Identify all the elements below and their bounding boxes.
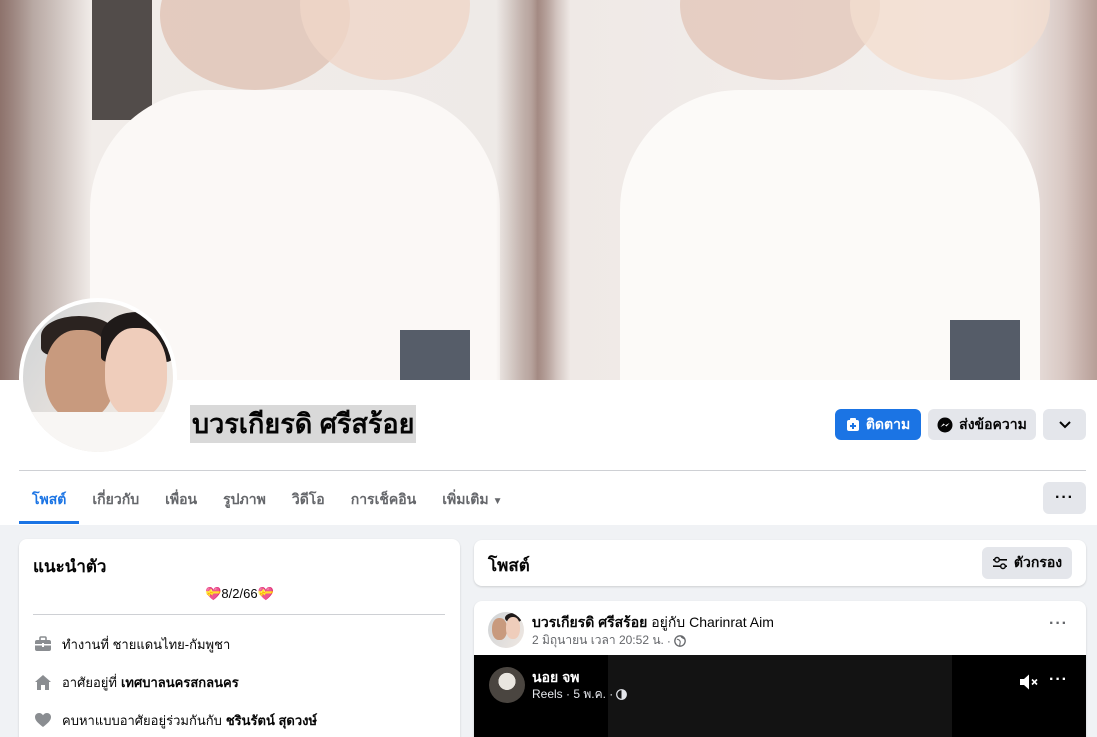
posts-header-card: โพสต์ ตัวกรอง — [474, 540, 1086, 586]
heart-icon — [33, 710, 53, 730]
tabs-overflow-button[interactable]: ··· — [1043, 482, 1086, 514]
intro-title: แนะนำตัว — [33, 557, 107, 576]
follow-button[interactable]: ติดตาม — [835, 409, 921, 440]
reel-options-icon[interactable]: ··· — [1049, 671, 1068, 689]
follow-label: ติดตาม — [865, 415, 911, 432]
tab-friends[interactable]: เพื่อน — [152, 478, 210, 524]
reel-preview[interactable]: นอย จพ Reels · 5 พ.ค. · ··· — [474, 655, 1086, 737]
tab-videos[interactable]: วิดีโอ — [279, 478, 338, 524]
follow-icon — [846, 417, 859, 431]
tab-photos[interactable]: รูปภาพ — [210, 478, 279, 524]
tab-about[interactable]: เกี่ยวกับ — [79, 478, 152, 524]
post-card: บวรเกียรดิ ศรีสร้อย อยู่กับ Charinrat Ai… — [474, 601, 1086, 737]
intro-lives-value[interactable]: เทศบาลนครสกลนคร — [121, 672, 239, 693]
intro-relationship-value[interactable]: ชรินรัตน์ สุดวงษ์ — [226, 710, 317, 731]
intro-lives: อาศัยอยู่ที่ เทศบาลนครสกลนคร — [33, 671, 239, 693]
intro-relationship: คบหาแบบอาศัยอยู่ร่วมกันกับ ชรินรัตน์ สุดว… — [33, 709, 317, 731]
posts-title: โพสต์ — [488, 556, 530, 575]
caret-down-icon: ▼ — [492, 496, 503, 507]
briefcase-icon — [33, 634, 53, 654]
profile-tabs: โพสต์ เกี่ยวกับ เพื่อน รูปภาพ วิดีโอ การ… — [19, 478, 515, 524]
chevron-down-icon — [1058, 420, 1071, 428]
post-author[interactable]: บวรเกียรดิ ศรีสร้อย — [532, 614, 647, 630]
header-divider — [19, 470, 1086, 471]
filter-sliders-icon — [992, 556, 1007, 570]
intro-work: ทำงานที่ ชายแดนไทย-กัมพูชา — [33, 633, 230, 655]
tab-checkins[interactable]: การเช็คอิน — [338, 478, 430, 524]
friends-privacy-icon — [616, 689, 628, 700]
intro-divider — [33, 614, 445, 615]
globe-icon — [674, 634, 686, 647]
profile-avatar[interactable] — [19, 298, 177, 456]
post-meta: 2 มิถุนายน เวลา 20:52 น. · — [532, 631, 686, 650]
post-with-name[interactable]: Charinrat Aim — [689, 614, 774, 630]
message-label: ส่งข้อความ — [959, 415, 1027, 432]
home-icon — [33, 672, 53, 692]
tab-more[interactable]: เพิ่มเติม ▼ — [429, 478, 515, 524]
message-button[interactable]: ส่งข้อความ — [928, 409, 1036, 440]
more-dots-icon: ··· — [1055, 489, 1074, 506]
heart-emoji-icon: 💝 — [205, 586, 222, 601]
heart-emoji-icon: 💝 — [257, 586, 274, 601]
profile-name: บวรเกียรดิ ศรีสร้อย — [190, 405, 417, 443]
post-author-avatar[interactable] — [488, 612, 524, 648]
reel-author-avatar[interactable] — [489, 667, 525, 703]
mute-icon[interactable] — [1018, 673, 1040, 691]
filter-button[interactable]: ตัวกรอง — [982, 547, 1072, 579]
intro-card: แนะนำตัว 💝8/2/66💝 ทำงานที่ ชายแดนไทย-กัม… — [19, 539, 460, 737]
intro-bio: 💝8/2/66💝 — [205, 586, 274, 601]
post-time[interactable]: 2 มิถุนายน เวลา 20:52 น. — [532, 631, 664, 650]
profile-more-button[interactable] — [1043, 409, 1086, 440]
post-options-icon[interactable]: ··· — [1049, 615, 1068, 633]
messenger-icon — [937, 417, 953, 432]
intro-work-value[interactable]: ชายแดนไทย-กัมพูชา — [113, 634, 231, 655]
tab-posts[interactable]: โพสต์ — [19, 478, 80, 524]
reel-meta: Reels · 5 พ.ค. · — [532, 685, 628, 704]
